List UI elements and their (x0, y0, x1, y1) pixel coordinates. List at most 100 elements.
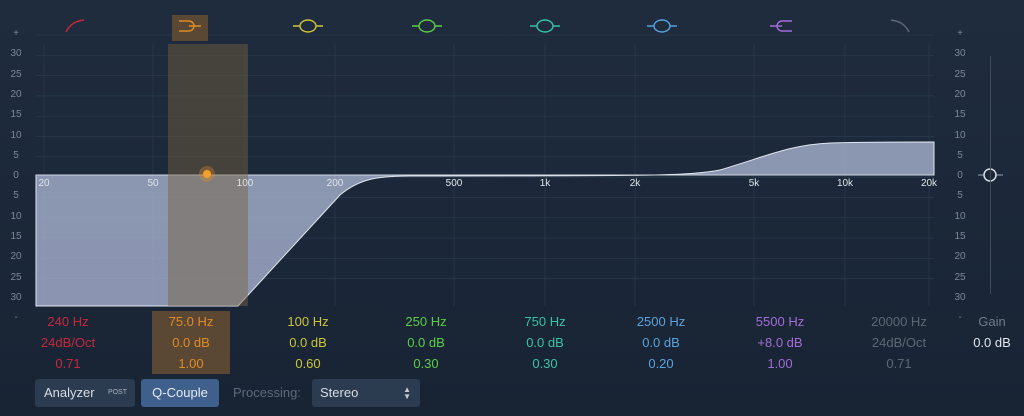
gain-slider-track[interactable] (990, 56, 991, 294)
db-tick-label: 25 (954, 271, 966, 283)
band-q-value[interactable]: 0.30 (490, 353, 600, 374)
db-tick-label: 20 (954, 251, 966, 263)
band-freq-value[interactable]: 2500 Hz (606, 311, 716, 332)
band-q-value[interactable]: 1.00 (152, 353, 230, 374)
band-q-value[interactable]: 0.60 (253, 353, 363, 374)
band-freq-value[interactable]: 750 Hz (490, 311, 600, 332)
channel-eq-window: +30 25 20 15 10 5 0 5 10 15 20 25 30- +30 25 20 15 10 5 0 5… (0, 0, 1024, 416)
db-tick-label: 10 (954, 210, 966, 222)
band-q-value[interactable]: 0.30 (371, 353, 481, 374)
band-gain-value[interactable]: 0.0 dB (253, 332, 363, 353)
frequency-tick-label: 2k (629, 178, 641, 189)
band-gain-value[interactable]: 0.0 dB (371, 332, 481, 353)
analyzer-post-badge: POST (107, 389, 127, 396)
db-tick-label: 10 (10, 129, 22, 141)
frequency-tick-label: 10k (836, 178, 854, 189)
analyzer-button[interactable]: Analyzer POST (35, 379, 135, 407)
frequency-tick-label: 100 (236, 178, 254, 189)
db-tick-label: 5 (957, 190, 963, 202)
bell-icon (528, 16, 562, 41)
select-arrows-icon: ▲ ▼ (403, 385, 411, 401)
db-tick-label: + (13, 28, 19, 39)
db-tick-label: 15 (954, 231, 966, 242)
lowcut-icon (62, 16, 88, 41)
db-tick-label: 15 (954, 109, 966, 121)
bell-icon (410, 16, 444, 41)
frequency-tick-label: 200 (326, 178, 344, 189)
band-gain-value[interactable]: 0.0 dB (152, 332, 230, 353)
band-q-value[interactable]: 0.20 (606, 353, 716, 374)
band-1-lowcut-button[interactable] (57, 15, 93, 41)
gain-value[interactable]: 0.0 dB (962, 332, 1022, 353)
db-tick-label: 25 (954, 68, 966, 80)
db-tick-label: 5 (957, 149, 963, 161)
frequency-tick-label: 1k (539, 178, 551, 189)
db-tick-label: 25 (10, 271, 22, 283)
selected-band-highlight (168, 44, 248, 306)
band-freq-value[interactable]: 5500 Hz (725, 311, 835, 332)
band-5-params: 750 Hz 0.0 dB 0.30 (490, 311, 600, 374)
band-1-params: 240 Hz 24dB/Oct 0.71 (13, 311, 123, 374)
frequency-tick-label: 20k (920, 178, 938, 189)
db-tick-label: 5 (13, 190, 19, 202)
frequency-tick-label: 5k (748, 178, 760, 189)
bell-icon (291, 16, 325, 41)
band-6-bell-button[interactable] (644, 15, 680, 41)
band-7-highshelf-button[interactable] (763, 15, 799, 41)
frequency-tick-label: 20 (38, 178, 50, 189)
band-q-value[interactable]: 0.71 (13, 353, 123, 374)
band-4-params: 250 Hz 0.0 dB 0.30 (371, 311, 481, 374)
db-tick-label: 0 (13, 170, 19, 182)
frequency-tick-label: 50 (147, 178, 159, 189)
db-tick-label: 0 (957, 170, 963, 182)
band-2-params: 75.0 Hz 0.0 dB 1.00 (152, 311, 230, 374)
band-gain-value[interactable]: 24dB/Oct (844, 332, 954, 353)
gain-label: Gain (978, 314, 1006, 329)
band-3-bell-button[interactable] (290, 15, 326, 41)
band-2-lowshelf-button[interactable] (172, 15, 208, 41)
band-gain-value[interactable]: 0.0 dB (490, 332, 600, 353)
band-q-value[interactable]: 0.71 (844, 353, 954, 374)
processing-label: Processing: (233, 385, 301, 400)
db-tick-label: 30 (954, 48, 966, 60)
db-tick-label: 10 (954, 129, 966, 141)
band-8-highcut-button[interactable] (882, 15, 918, 41)
band-freq-value[interactable]: 100 Hz (253, 311, 363, 332)
band-8-params: 20000 Hz 24dB/Oct 0.71 (844, 311, 954, 374)
highshelf-icon (766, 16, 796, 41)
db-tick-label: 20 (954, 88, 966, 100)
highcut-icon (887, 16, 913, 41)
gain-params: Gain 0.0 dB (962, 311, 1022, 353)
db-tick-label: + (957, 28, 963, 39)
db-tick-label: 30 (10, 48, 22, 60)
db-tick-label: 15 (10, 231, 22, 242)
band-q-value[interactable]: 1.00 (725, 353, 835, 374)
band-6-params: 2500 Hz 0.0 dB 0.20 (606, 311, 716, 374)
processing-value: Stereo (320, 385, 359, 400)
band-freq-value[interactable]: 75.0 Hz (152, 311, 230, 332)
db-tick-label: 15 (10, 109, 22, 121)
q-couple-button[interactable]: Q-Couple (141, 379, 219, 407)
frequency-tick-label: 500 (445, 178, 463, 189)
band-7-params: 5500 Hz +8.0 dB 1.00 (725, 311, 835, 374)
db-tick-label: 10 (10, 210, 22, 222)
bell-icon (645, 16, 679, 41)
db-tick-label: 20 (10, 88, 22, 100)
band-gain-value[interactable]: +8.0 dB (725, 332, 835, 353)
processing-select[interactable]: Stereo ▲ ▼ (312, 379, 420, 407)
band-gain-value[interactable]: 0.0 dB (606, 332, 716, 353)
analyzer-label: Analyzer (44, 385, 95, 400)
band-freq-value[interactable]: 20000 Hz (844, 311, 954, 332)
db-tick-label: 5 (13, 149, 19, 161)
lowshelf-icon (175, 16, 205, 41)
band-gain-value[interactable]: 24dB/Oct (13, 332, 123, 353)
band-5-bell-button[interactable] (527, 15, 563, 41)
db-tick-label: 25 (10, 68, 22, 80)
band-3-params: 100 Hz 0.0 dB 0.60 (253, 311, 363, 374)
band-freq-value[interactable]: 240 Hz (13, 311, 123, 332)
band-4-bell-button[interactable] (409, 15, 445, 41)
db-tick-label: 30 (954, 291, 966, 303)
db-tick-label: 20 (10, 251, 22, 263)
db-tick-label: 30 (10, 291, 22, 303)
band-freq-value[interactable]: 250 Hz (371, 311, 481, 332)
